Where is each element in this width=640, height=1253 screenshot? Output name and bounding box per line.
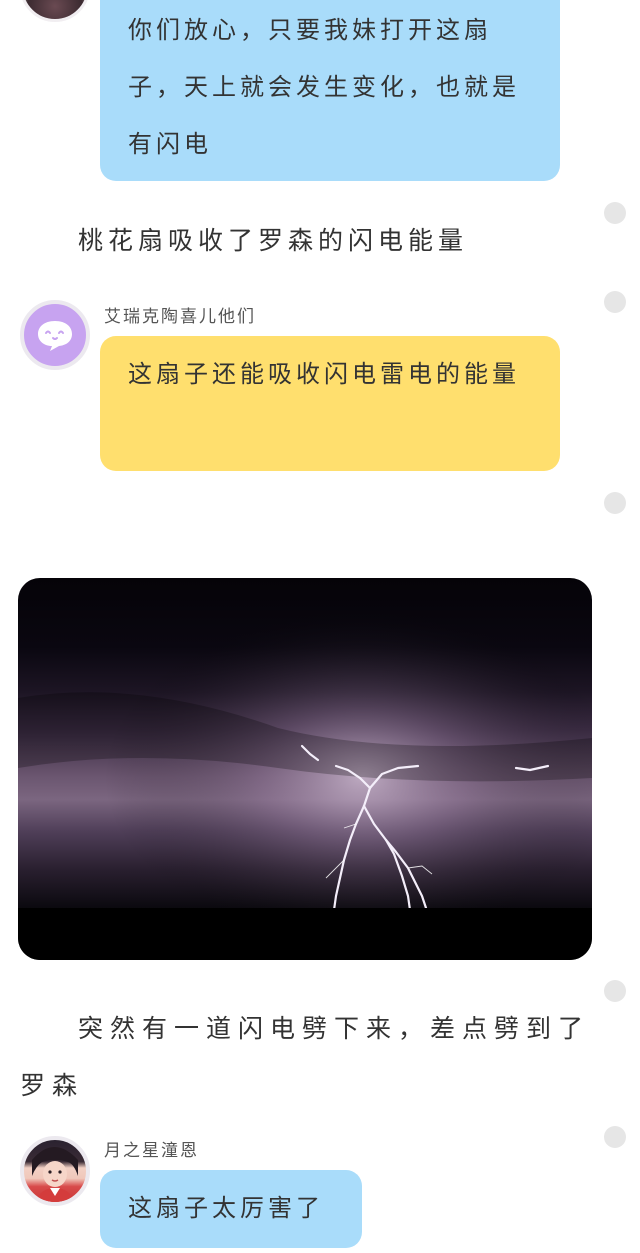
message-bubble: 这扇子太厉害了 bbox=[100, 1170, 362, 1248]
profile-picture bbox=[32, 1147, 78, 1202]
sender-name: 月之星潼恩 bbox=[104, 1141, 199, 1161]
option-dot[interactable] bbox=[604, 492, 626, 514]
option-dot[interactable] bbox=[604, 1126, 626, 1148]
avatar[interactable] bbox=[20, 1136, 90, 1206]
chat-bubble-icon bbox=[38, 321, 72, 351]
option-dot[interactable] bbox=[604, 980, 626, 1002]
message-text: 这扇子还能吸收闪电雷电的能量 bbox=[128, 360, 520, 388]
message-text: 你们放心，只要我妹打开这扇子，天上就会发生变化，也就是有闪电 bbox=[128, 16, 520, 158]
narration-text: 桃花扇吸收了罗森的闪电能量 bbox=[78, 226, 469, 255]
avatar[interactable] bbox=[20, 300, 90, 370]
sender-name: 艾瑞克陶喜儿他们 bbox=[104, 307, 256, 327]
option-dot[interactable] bbox=[604, 291, 626, 313]
lightning-storm-photo[interactable] bbox=[18, 578, 592, 960]
narration-text: 突然有一道闪电劈下来，差点劈到了罗森 bbox=[20, 1014, 591, 1100]
message-text: 这扇子太厉害了 bbox=[128, 1194, 324, 1222]
lightning-bolt-icon bbox=[18, 578, 592, 960]
message-bubble: 这扇子还能吸收闪电雷电的能量 bbox=[100, 336, 560, 471]
option-dot[interactable] bbox=[604, 202, 626, 224]
avatar[interactable] bbox=[20, 0, 90, 22]
message-bubble: 你们放心，只要我妹打开这扇子，天上就会发生变化，也就是有闪电 bbox=[100, 0, 560, 181]
